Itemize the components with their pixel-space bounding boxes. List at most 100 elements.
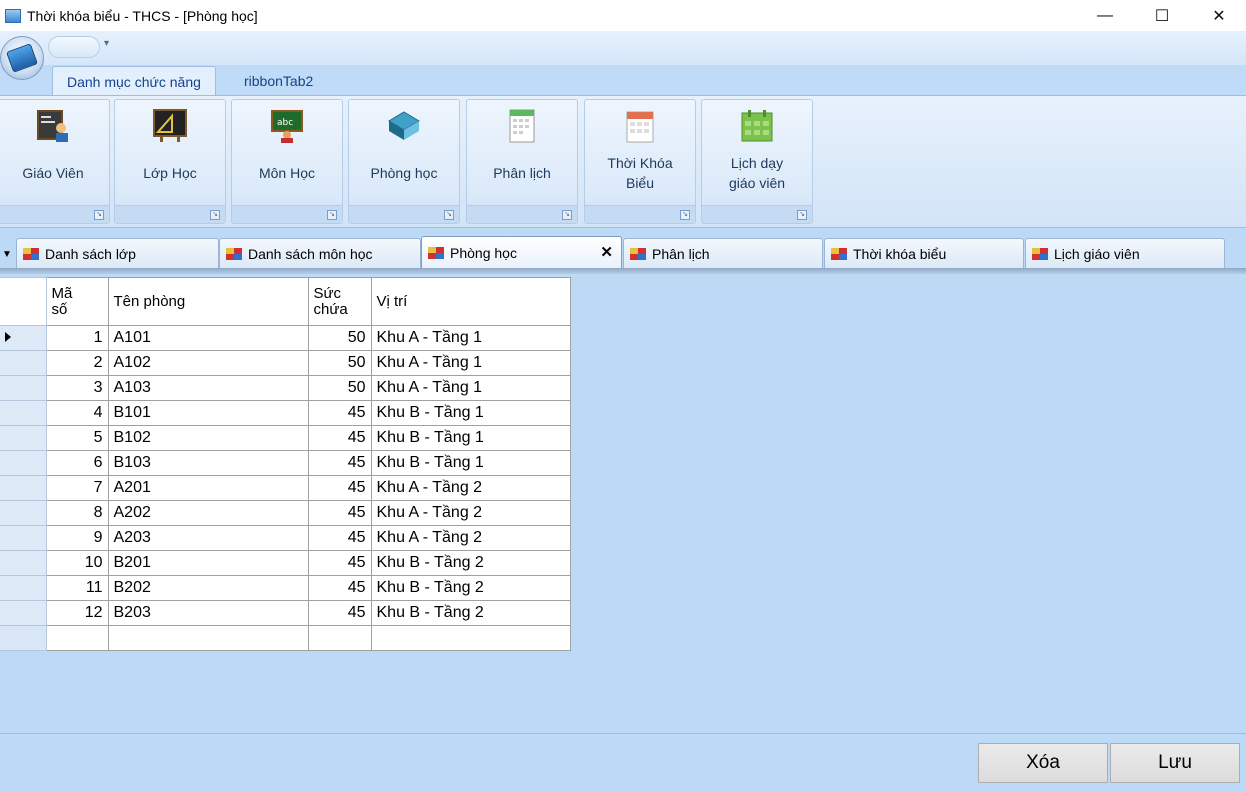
- cell-suc-chua[interactable]: 45: [307, 475, 372, 501]
- cell-suc-chua[interactable]: 45: [307, 600, 372, 626]
- column-header-ma-so[interactable]: Mã số: [45, 277, 109, 326]
- empty-cell[interactable]: [107, 625, 309, 651]
- customize-toolbar-dropdown-icon[interactable]: ▾: [104, 38, 109, 49]
- row-header-cell[interactable]: [0, 325, 47, 351]
- ribbon-group-giao-vien[interactable]: Giáo Viên ↘: [0, 99, 110, 224]
- cell-ma-so[interactable]: 4: [45, 400, 109, 426]
- table-row[interactable]: 2 A102 50 Khu A - Tầng 1: [0, 350, 571, 376]
- table-row[interactable]: 12 B203 45 Khu B - Tầng 2: [0, 600, 571, 626]
- cell-suc-chua[interactable]: 45: [307, 525, 372, 551]
- cell-ma-so[interactable]: 10: [45, 550, 109, 576]
- row-header-cell[interactable]: [0, 525, 47, 551]
- cell-ten-phong[interactable]: A103: [107, 375, 309, 401]
- cell-suc-chua[interactable]: 45: [307, 500, 372, 526]
- table-row[interactable]: 11 B202 45 Khu B - Tầng 2: [0, 575, 571, 601]
- table-row[interactable]: 8 A202 45 Khu A - Tầng 2: [0, 500, 571, 526]
- cell-vi-tri[interactable]: Khu B - Tầng 1: [370, 425, 571, 451]
- room-data-grid[interactable]: Mã số Tên phòng Sức chứa Vị trí 1 A101 50 Khu…: [0, 277, 571, 651]
- row-header-cell[interactable]: [0, 500, 47, 526]
- cell-ten-phong[interactable]: B102: [107, 425, 309, 451]
- row-header-cell[interactable]: [0, 625, 47, 651]
- table-row[interactable]: 9 A203 45 Khu A - Tầng 2: [0, 525, 571, 551]
- cell-suc-chua[interactable]: 45: [307, 575, 372, 601]
- table-row[interactable]: 3 A103 50 Khu A - Tầng 1: [0, 375, 571, 401]
- cell-ma-so[interactable]: 8: [45, 500, 109, 526]
- dialog-launcher-icon[interactable]: ↘: [680, 210, 690, 220]
- cell-ten-phong[interactable]: A203: [107, 525, 309, 551]
- row-header-cell[interactable]: [0, 400, 47, 426]
- cell-vi-tri[interactable]: Khu B - Tầng 2: [370, 550, 571, 576]
- cell-ma-so[interactable]: 2: [45, 350, 109, 376]
- ribbon-group-phong-hoc[interactable]: Phòng học ↘: [348, 99, 460, 224]
- close-tab-icon[interactable]: ✕: [600, 243, 613, 261]
- cell-vi-tri[interactable]: Khu A - Tầng 2: [370, 475, 571, 501]
- table-row[interactable]: 10 B201 45 Khu B - Tầng 2: [0, 550, 571, 576]
- row-header-cell[interactable]: [0, 475, 47, 501]
- cell-ten-phong[interactable]: B201: [107, 550, 309, 576]
- cell-ten-phong[interactable]: A102: [107, 350, 309, 376]
- new-row[interactable]: [0, 625, 571, 651]
- empty-cell[interactable]: [370, 625, 571, 651]
- cell-suc-chua[interactable]: 45: [307, 400, 372, 426]
- dialog-launcher-icon[interactable]: ↘: [562, 210, 572, 220]
- minimize-button[interactable]: —: [1076, 0, 1134, 31]
- dialog-launcher-icon[interactable]: ↘: [94, 210, 104, 220]
- ribbon-tab-danh-muc[interactable]: Danh mục chức năng: [52, 66, 216, 96]
- row-header-cell[interactable]: [0, 550, 47, 576]
- cell-ma-so[interactable]: 7: [45, 475, 109, 501]
- cell-ma-so[interactable]: 5: [45, 425, 109, 451]
- cell-ma-so[interactable]: 1: [45, 325, 109, 351]
- cell-vi-tri[interactable]: Khu A - Tầng 2: [370, 500, 571, 526]
- cell-vi-tri[interactable]: Khu A - Tầng 1: [370, 325, 571, 351]
- ribbon-group-lop-hoc[interactable]: Lớp Học ↘: [114, 99, 226, 224]
- cell-suc-chua[interactable]: 50: [307, 375, 372, 401]
- cell-ten-phong[interactable]: A201: [107, 475, 309, 501]
- cell-vi-tri[interactable]: Khu A - Tầng 1: [370, 375, 571, 401]
- cell-suc-chua[interactable]: 50: [307, 325, 372, 351]
- tab-phan-lich[interactable]: Phân lịch: [623, 238, 823, 268]
- cell-ma-so[interactable]: 12: [45, 600, 109, 626]
- row-header-cell[interactable]: [0, 375, 47, 401]
- cell-ten-phong[interactable]: B103: [107, 450, 309, 476]
- cell-suc-chua[interactable]: 45: [307, 550, 372, 576]
- empty-cell[interactable]: [45, 625, 109, 651]
- cell-ten-phong[interactable]: B203: [107, 600, 309, 626]
- ribbon-group-lich-day-giao-vien[interactable]: Lịch dạy giáo viên ↘: [701, 99, 813, 224]
- table-row[interactable]: 1 A101 50 Khu A - Tầng 1: [0, 325, 571, 351]
- table-row[interactable]: 6 B103 45 Khu B - Tầng 1: [0, 450, 571, 476]
- save-button[interactable]: Lưu: [1110, 743, 1240, 783]
- cell-ten-phong[interactable]: A101: [107, 325, 309, 351]
- tab-list-dropdown-icon[interactable]: ▼: [2, 249, 12, 260]
- ribbon-tab-2[interactable]: ribbonTab2: [230, 66, 327, 96]
- ribbon-group-mon-hoc[interactable]: abc Môn Học ↘: [231, 99, 343, 224]
- cell-ma-so[interactable]: 11: [45, 575, 109, 601]
- cell-suc-chua[interactable]: 45: [307, 450, 372, 476]
- tab-thoi-khoa-bieu[interactable]: Thời khóa biểu: [824, 238, 1024, 268]
- cell-vi-tri[interactable]: Khu B - Tầng 1: [370, 400, 571, 426]
- tab-danh-sach-lop[interactable]: Danh sách lớp: [16, 238, 219, 268]
- row-header-cell[interactable]: [0, 425, 47, 451]
- cell-ma-so[interactable]: 3: [45, 375, 109, 401]
- row-header-cell[interactable]: [0, 600, 47, 626]
- quick-access-area[interactable]: [48, 36, 100, 58]
- dialog-launcher-icon[interactable]: ↘: [327, 210, 337, 220]
- cell-suc-chua[interactable]: 45: [307, 425, 372, 451]
- close-window-button[interactable]: ✕: [1190, 0, 1246, 31]
- cell-ten-phong[interactable]: A202: [107, 500, 309, 526]
- column-header-vi-tri[interactable]: Vị trí: [370, 277, 571, 326]
- dialog-launcher-icon[interactable]: ↘: [444, 210, 454, 220]
- row-header-cell[interactable]: [0, 350, 47, 376]
- table-row[interactable]: 4 B101 45 Khu B - Tầng 1: [0, 400, 571, 426]
- cell-vi-tri[interactable]: Khu A - Tầng 2: [370, 525, 571, 551]
- table-row[interactable]: 5 B102 45 Khu B - Tầng 1: [0, 425, 571, 451]
- row-header-cell[interactable]: [0, 450, 47, 476]
- ribbon-group-phan-lich[interactable]: Phân lịch ↘: [466, 99, 578, 224]
- application-menu-button[interactable]: [0, 36, 44, 80]
- tab-lich-giao-vien[interactable]: Lịch giáo viên: [1025, 238, 1225, 268]
- cell-vi-tri[interactable]: Khu A - Tầng 1: [370, 350, 571, 376]
- ribbon-group-thoi-khoa-bieu[interactable]: Thời Khóa Biểu ↘: [584, 99, 696, 224]
- empty-cell[interactable]: [307, 625, 372, 651]
- maximize-button[interactable]: ☐: [1133, 0, 1191, 31]
- cell-ma-so[interactable]: 9: [45, 525, 109, 551]
- cell-suc-chua[interactable]: 50: [307, 350, 372, 376]
